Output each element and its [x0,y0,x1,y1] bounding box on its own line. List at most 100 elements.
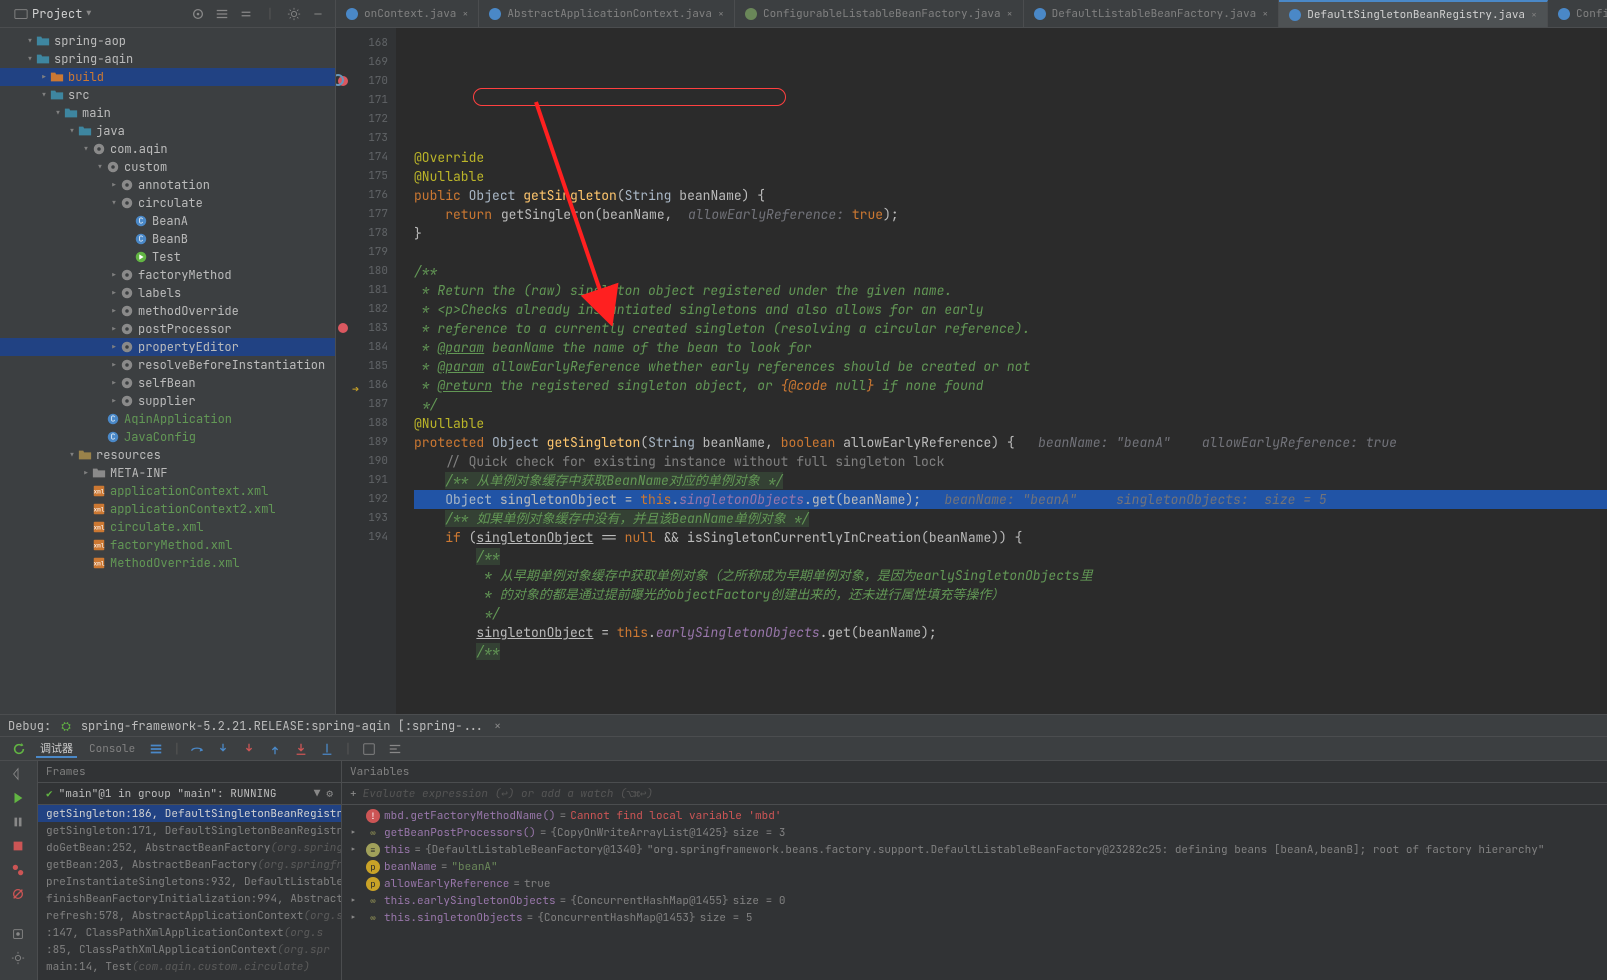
force-step-into-icon[interactable] [240,740,258,758]
tree-item[interactable]: CBeanA [0,212,335,230]
breakpoint-icon[interactable] [338,323,348,333]
tree-item[interactable]: ▸selfBean [0,374,335,392]
stop-icon[interactable] [11,839,27,855]
filter-frames-icon[interactable]: ⚙ [326,787,333,801]
chevron-icon[interactable]: ▸ [350,843,362,857]
variables-list[interactable]: !mbd.getFactoryMethodName() = Cannot fin… [342,805,1607,980]
close-icon[interactable]: × [1007,7,1013,20]
chevron-icon[interactable]: ▸ [350,911,362,925]
tree-item[interactable]: CBeanB [0,230,335,248]
code-line[interactable]: * <p>Checks already instantiated singlet… [414,300,1607,319]
variable-row[interactable]: ▸∞this.earlySingletonObjects = {Concurre… [342,892,1607,909]
code-line[interactable]: public Object getSingleton(String beanNa… [414,186,1607,205]
line-number[interactable]: 175 [336,167,388,186]
line-number[interactable]: 191 [336,471,388,490]
stack-frame[interactable]: doGetBean:252, AbstractBeanFactory (org.… [38,839,341,856]
tree-item[interactable]: ▸postProcessor [0,320,335,338]
tree-item[interactable]: Test [0,248,335,266]
chevron-icon[interactable]: ▾ [80,141,92,157]
editor-tab[interactable]: onContext.java× [336,0,479,27]
project-tree[interactable]: ▾spring-aop▾spring-aqin▸build▾src▾main▾j… [0,28,335,714]
line-number[interactable]: 168 [336,34,388,53]
chevron-icon[interactable]: ▾ [52,105,64,121]
chevron-icon[interactable]: ▸ [108,177,120,193]
close-icon[interactable]: × [718,7,724,20]
settings-icon[interactable] [11,951,27,967]
stack-frame[interactable]: preInstantiateSingletons:932, DefaultLis… [38,873,341,890]
hide-icon[interactable]: — [309,5,327,23]
tree-item[interactable]: xmlapplicationContext.xml [0,482,335,500]
view-breakpoints-icon[interactable] [11,863,27,879]
code-line[interactable]: * 的对象的都是通过提前曝光的objectFactory创建出来的，还未进行属性… [414,585,1607,604]
line-number[interactable]: 171 [336,91,388,110]
select-opened-file-icon[interactable] [189,5,207,23]
code-line[interactable]: * @return the registered singleton objec… [414,376,1607,395]
editor-tab[interactable]: DefaultSingletonBeanRegistry.java× [1279,0,1548,27]
chevron-icon[interactable]: ▾ [66,123,78,139]
line-number[interactable]: 193 [336,509,388,528]
chevron-icon[interactable]: ▸ [38,69,50,85]
line-number[interactable]: 185 [336,357,388,376]
chevron-icon[interactable]: ▸ [108,303,120,319]
tree-item[interactable]: ▾spring-aop [0,32,335,50]
line-number[interactable]: 190 [336,452,388,471]
code-line[interactable]: * reference to a currently created singl… [414,319,1607,338]
get-thread-dump-icon[interactable] [11,927,27,943]
line-number[interactable]: 176 [336,186,388,205]
code-line[interactable]: * @param beanName the name of the bean t… [414,338,1607,357]
variable-row[interactable]: ▸∞this.singletonObjects = {ConcurrentHas… [342,909,1607,926]
chevron-icon[interactable]: ▸ [108,393,120,409]
line-number[interactable]: 187 [336,395,388,414]
line-number[interactable]: 186➔ [336,376,388,395]
line-number[interactable]: 189 [336,433,388,452]
code-line[interactable]: /** 从单例对象缓存中获取BeanName对应的单例对象 */ [414,471,1607,490]
chevron-icon[interactable]: ▾ [24,33,36,49]
line-number[interactable]: 179 [336,243,388,262]
code-line[interactable]: /** [414,642,1607,661]
tree-item[interactable]: ▾spring-aqin [0,50,335,68]
stack-frame[interactable]: finishBeanFactoryInitialization:994, Abs… [38,890,341,907]
code-line[interactable]: @Override [414,148,1607,167]
pause-icon[interactable] [11,815,27,831]
line-number[interactable]: 192 [336,490,388,509]
chevron-icon[interactable]: ▾ [94,159,106,175]
threads-icon[interactable] [147,740,165,758]
tree-item[interactable]: xmlcirculate.xml [0,518,335,536]
code-line[interactable]: */ [414,604,1607,623]
code-line[interactable]: @Nullable [414,414,1607,433]
variable-row[interactable]: ▸≡this = {DefaultListableBeanFactory@134… [342,841,1607,858]
variable-row[interactable]: pallowEarlyReference = true [342,875,1607,892]
chevron-icon[interactable]: ▸ [80,465,92,481]
variable-row[interactable]: pbeanName = "beanA" [342,858,1607,875]
editor-tab[interactable]: ConfigurableListableBeanFactory.java× [735,0,1024,27]
tree-item[interactable]: xmlapplicationContext2.xml [0,500,335,518]
stack-frame[interactable]: refresh:578, AbstractApplicationContext … [38,907,341,924]
code-line[interactable]: * @param allowEarlyReference whether ear… [414,357,1607,376]
tree-item[interactable]: ▾circulate [0,194,335,212]
chevron-icon[interactable]: ▾ [38,87,50,103]
evaluate-icon[interactable] [360,740,378,758]
code-line[interactable]: */ [414,395,1607,414]
code-area[interactable]: @Override @Nullable public Object getSingl… [396,28,1607,714]
tree-item[interactable]: ▸methodOverride [0,302,335,320]
trace-icon[interactable] [386,740,404,758]
tree-item[interactable]: xmlfactoryMethod.xml [0,536,335,554]
stack-frame[interactable]: getSingleton:171, DefaultSingletonBeanRe… [38,822,341,839]
close-icon[interactable]: × [1262,7,1268,20]
editor-tab[interactable]: AbstractApplicationContext.java× [479,0,735,27]
resume-icon[interactable] [11,791,27,807]
tree-item[interactable]: CJavaConfig [0,428,335,446]
stack-frame[interactable]: getSingleton:186, DefaultSingletonBeanRe… [38,805,341,822]
collapse-all-icon[interactable] [237,5,255,23]
variable-row[interactable]: ▸∞getBeanPostProcessors() = {CopyOnWrite… [342,824,1607,841]
code-line[interactable]: } [414,224,1607,243]
tree-item[interactable]: ▾resources [0,446,335,464]
tree-item[interactable]: CAqinApplication [0,410,335,428]
code-line[interactable]: if (singletonObject == null && isSinglet… [414,528,1607,547]
chevron-icon[interactable]: ▸ [108,375,120,391]
variable-row[interactable]: !mbd.getFactoryMethodName() = Cannot fin… [342,807,1607,824]
code-line[interactable]: protected Object getSingleton(String bea… [414,433,1607,452]
code-line[interactable]: /** [414,547,1607,566]
code-line[interactable] [414,243,1607,262]
line-number[interactable]: 177 [336,205,388,224]
